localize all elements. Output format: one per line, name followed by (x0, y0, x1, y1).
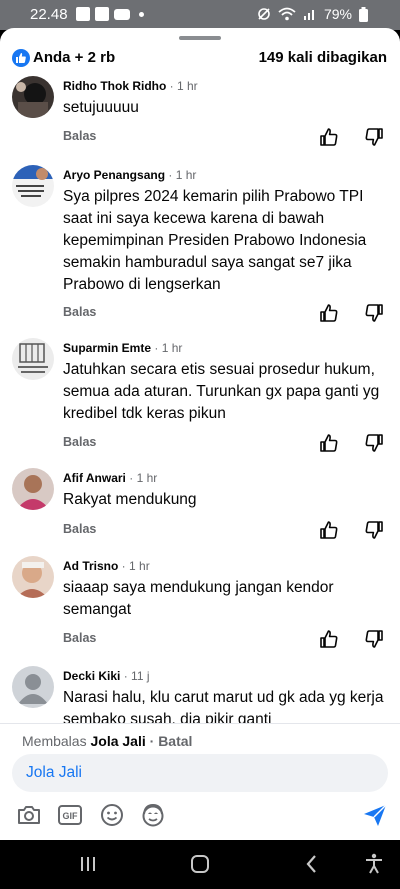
thumbs-up-icon[interactable] (319, 520, 339, 540)
reactors-count[interactable]: Anda + 2 rb (33, 49, 115, 66)
avatar[interactable] (12, 165, 54, 207)
youtube-notification-icon (114, 8, 130, 20)
comment-author[interactable]: Suparmin Emte (63, 341, 151, 355)
back-icon[interactable] (300, 852, 324, 876)
comment-input-wrapper (12, 754, 388, 792)
comment-author[interactable]: Aryo Penangsang (63, 168, 165, 182)
avatar[interactable] (12, 666, 54, 708)
thumbs-down-icon[interactable] (364, 303, 384, 323)
thumbs-down-icon[interactable] (364, 127, 384, 147)
comment-text: siaaap saya mendukung jangan kendor sema… (63, 579, 334, 618)
post-summary: Anda + 2 rb 149 kali dibagikan (0, 48, 400, 72)
comment-author[interactable]: Ad Trisno (63, 559, 118, 573)
replying-to: Membalas Jola Jali · Batal (22, 733, 192, 749)
avatar-sticker-icon[interactable] (140, 802, 166, 828)
thumbs-down-icon[interactable] (364, 629, 384, 649)
comment-author[interactable]: Decki Kiki (63, 669, 120, 683)
thumbs-down-icon[interactable] (364, 520, 384, 540)
composer-toolbar: GIF (0, 800, 400, 830)
shares-count[interactable]: 149 kali dibagikan (259, 49, 387, 66)
comment-author[interactable]: Afif Anwari (63, 471, 126, 485)
comment-text: setujuuuuu (63, 99, 139, 116)
comment-text: Jatuhkan secara etis sesuai prosedur huk… (63, 361, 380, 422)
avatar[interactable] (12, 556, 54, 598)
reply-composer: Membalas Jola Jali · Batal GIF (0, 723, 400, 840)
comment-author[interactable]: Ridho Thok Ridho (63, 79, 166, 93)
alarm-off-icon (258, 8, 270, 20)
camera-icon[interactable] (16, 802, 42, 828)
system-icons: 79% (257, 6, 368, 22)
thumbs-up-icon[interactable] (319, 127, 339, 147)
comment-list[interactable]: Ridho Thok Ridho · 1 hr setujuuuuu Balas… (0, 76, 400, 726)
battery-icon (359, 6, 368, 22)
thumbs-up-icon[interactable] (319, 629, 339, 649)
comment-time: 1 hr (176, 79, 198, 93)
accessibility-icon[interactable] (362, 852, 386, 876)
comment-time: 1 hr (136, 471, 158, 485)
gif-icon[interactable]: GIF (57, 802, 83, 828)
send-icon[interactable] (362, 802, 388, 828)
thumbs-up-icon[interactable] (319, 433, 339, 453)
avatar[interactable] (12, 76, 54, 118)
reply-button[interactable]: Balas (63, 435, 96, 449)
battery-level: 79% (323, 6, 352, 22)
cancel-reply-button[interactable]: · Batal (150, 733, 193, 749)
comments-sheet: Anda + 2 rb 149 kali dibagikan Ridho Tho… (0, 28, 400, 840)
avatar[interactable] (12, 468, 54, 510)
status-time: 22.48 (30, 6, 68, 23)
comment-time: 1 hr (129, 559, 150, 573)
comment-input[interactable] (26, 754, 376, 792)
thumbs-up-icon[interactable] (319, 303, 339, 323)
messenger-notification-icon (76, 7, 90, 21)
comment-text: Narasi halu, klu carut marut ud gk ada y… (63, 689, 384, 726)
reply-button[interactable]: Balas (63, 129, 96, 143)
status-bar: 22.48 79% (0, 0, 400, 30)
comment-time: 1 hr (175, 168, 197, 182)
home-icon[interactable] (188, 852, 212, 876)
recent-apps-icon[interactable] (76, 852, 100, 876)
avatar[interactable] (12, 338, 54, 380)
replying-prefix: Membalas (22, 733, 87, 749)
signal-icon (303, 10, 314, 20)
drag-handle[interactable] (179, 36, 221, 40)
comment-text: Sya pilpres 2024 kemarin pilih Prabowo T… (63, 188, 367, 293)
reply-button[interactable]: Balas (63, 305, 96, 319)
emoji-icon[interactable] (99, 802, 125, 828)
comment-text: Rakyat mendukung (63, 491, 197, 508)
replying-target: Jola Jali (90, 733, 146, 749)
wifi-icon (278, 7, 296, 21)
notification-icons (76, 7, 144, 21)
checkbox-notification-icon (95, 7, 109, 21)
reply-button[interactable]: Balas (63, 631, 96, 645)
like-reaction-icon (12, 49, 30, 67)
comment-time: 1 hr (161, 341, 183, 355)
svg-text:GIF: GIF (63, 811, 79, 821)
comment-time: 11 j (131, 669, 150, 683)
reply-button[interactable]: Balas (63, 522, 96, 536)
more-notifications-icon (139, 11, 144, 17)
thumbs-down-icon[interactable] (364, 433, 384, 453)
system-navigation-bar (0, 840, 400, 889)
